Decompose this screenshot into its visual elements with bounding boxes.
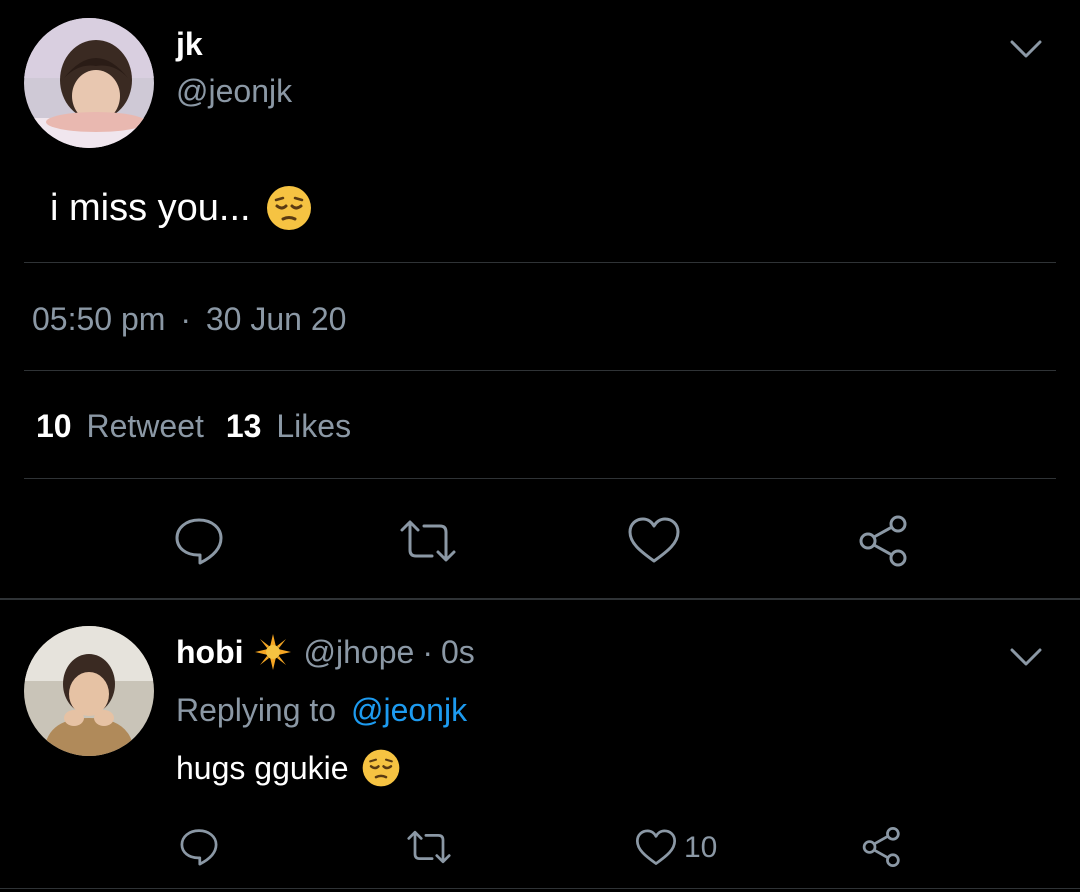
reply-icon [180, 829, 218, 866]
tweet-time: 05:50 pm [32, 301, 166, 337]
retweet-icon [400, 520, 456, 562]
retweet-count-value: 10 [36, 408, 72, 444]
share-button[interactable] [860, 826, 904, 868]
avatar[interactable] [24, 626, 154, 756]
like-icon [628, 517, 680, 563]
author-name[interactable]: jk [176, 26, 203, 62]
share-icon [859, 515, 907, 567]
retweet-button[interactable] [404, 826, 454, 868]
replying-label: Replying to [176, 692, 337, 728]
retweet-button[interactable] [396, 514, 460, 568]
reply-text-row: hugs ggukie [176, 746, 401, 790]
like-button[interactable]: 10 [634, 826, 717, 870]
divider [24, 370, 1056, 371]
reply-button[interactable] [172, 514, 226, 568]
like-button[interactable] [626, 514, 682, 568]
share-icon [862, 826, 900, 868]
reply-text: hugs ggukie [176, 750, 349, 786]
replying-handle-link[interactable]: @jeonjk [351, 692, 467, 728]
engagement-counts: 10 Retweet 13 Likes [36, 406, 351, 446]
tweet-text-row: i miss you... [50, 184, 313, 232]
retweet-label: Retweet [86, 408, 204, 444]
section-divider [0, 598, 1080, 600]
chevron-down-icon[interactable] [1006, 34, 1046, 64]
retweets-count[interactable]: 10 Retweet [36, 406, 204, 446]
divider [0, 888, 1080, 889]
divider [24, 262, 1056, 263]
likes-label: Likes [276, 408, 352, 444]
retweet-icon [407, 830, 451, 864]
tweet-text: i miss you... [50, 187, 251, 229]
reply-time: 0s [440, 634, 475, 670]
avatar[interactable] [24, 18, 154, 148]
reply-button[interactable] [178, 826, 220, 868]
share-button[interactable] [856, 514, 912, 568]
likes-count-value: 13 [225, 408, 262, 444]
divider [24, 478, 1056, 479]
author-handle[interactable]: @jhope [304, 632, 415, 672]
reply-icon [175, 518, 223, 565]
replying-to: Replying to @jeonjk [176, 690, 467, 730]
author-handle[interactable]: @jeonjk [176, 72, 292, 110]
reply-header: hobi @jhope · 0s [176, 632, 475, 672]
chevron-down-icon[interactable] [1006, 642, 1046, 672]
pensive-face-icon [265, 184, 313, 232]
tweet-date: 30 Jun 20 [205, 301, 347, 337]
separator: · [422, 634, 433, 670]
likes-count[interactable]: 13 Likes [226, 406, 351, 446]
like-icon [635, 829, 677, 865]
separator: · [180, 301, 191, 337]
timestamp: 05:50 pm · 30 Jun 20 [32, 300, 346, 338]
author-name[interactable]: hobi [176, 632, 244, 672]
like-count: 10 [684, 831, 718, 864]
sparkle-icon [254, 633, 292, 671]
pensive-face-icon [361, 748, 401, 788]
